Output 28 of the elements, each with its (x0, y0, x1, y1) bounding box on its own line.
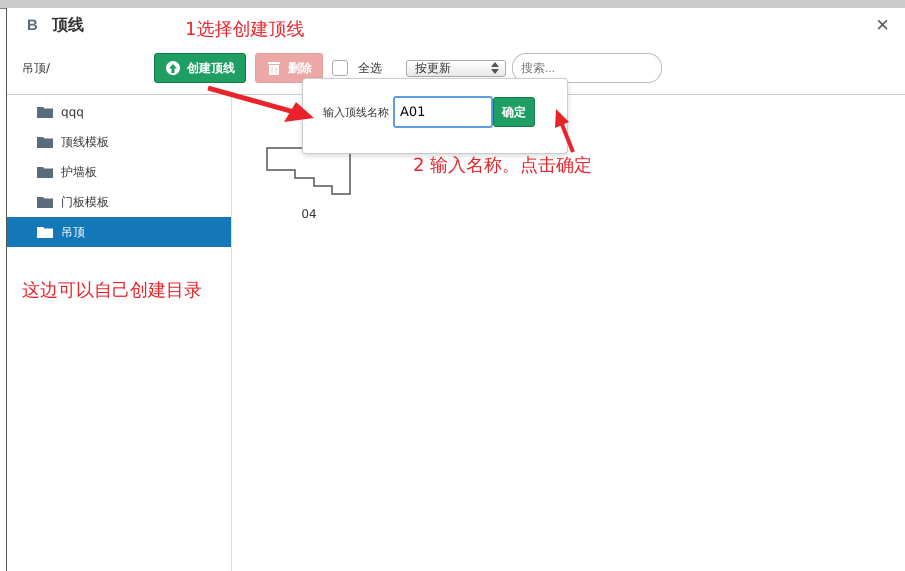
logo: B (27, 16, 38, 34)
folder-icon (37, 136, 53, 148)
folder-item[interactable]: qqq (7, 97, 231, 127)
name-label: 输入顶线名称 (323, 104, 389, 120)
folder-icon (37, 226, 53, 238)
arrow-drawing (553, 108, 577, 154)
folder-icon (37, 166, 53, 178)
upload-icon (165, 60, 181, 76)
checkbox[interactable] (332, 60, 348, 76)
search-field[interactable]: 搜索... (512, 53, 662, 83)
close-button[interactable]: × (872, 14, 893, 36)
updown-icon (491, 62, 499, 74)
folder-icon (37, 196, 53, 208)
folder-item[interactable]: 吊顶 (7, 217, 231, 247)
dialog-title: 顶线 (52, 14, 84, 36)
folder-item[interactable]: 顶线模板 (7, 127, 231, 157)
folder-icon (37, 106, 53, 118)
name-input[interactable]: A01 (393, 96, 493, 128)
item-name: 04 (301, 207, 317, 221)
breadcrumb: 吊顶/ (22, 60, 52, 76)
folder-item[interactable]: 门板模板 (7, 187, 231, 217)
sort-dropdown[interactable]: 按更新 (406, 60, 506, 76)
select-all-label: 全选 (358, 60, 382, 76)
folder-item[interactable]: 护墙板 (7, 157, 231, 187)
annotation-text: 2 输入名称。点击确定 (413, 154, 592, 177)
trash-icon (266, 60, 282, 76)
annotation-text: 这边可以自己创建目录 (22, 279, 202, 302)
annotation-text: 1选择创建顶线 (185, 18, 304, 41)
